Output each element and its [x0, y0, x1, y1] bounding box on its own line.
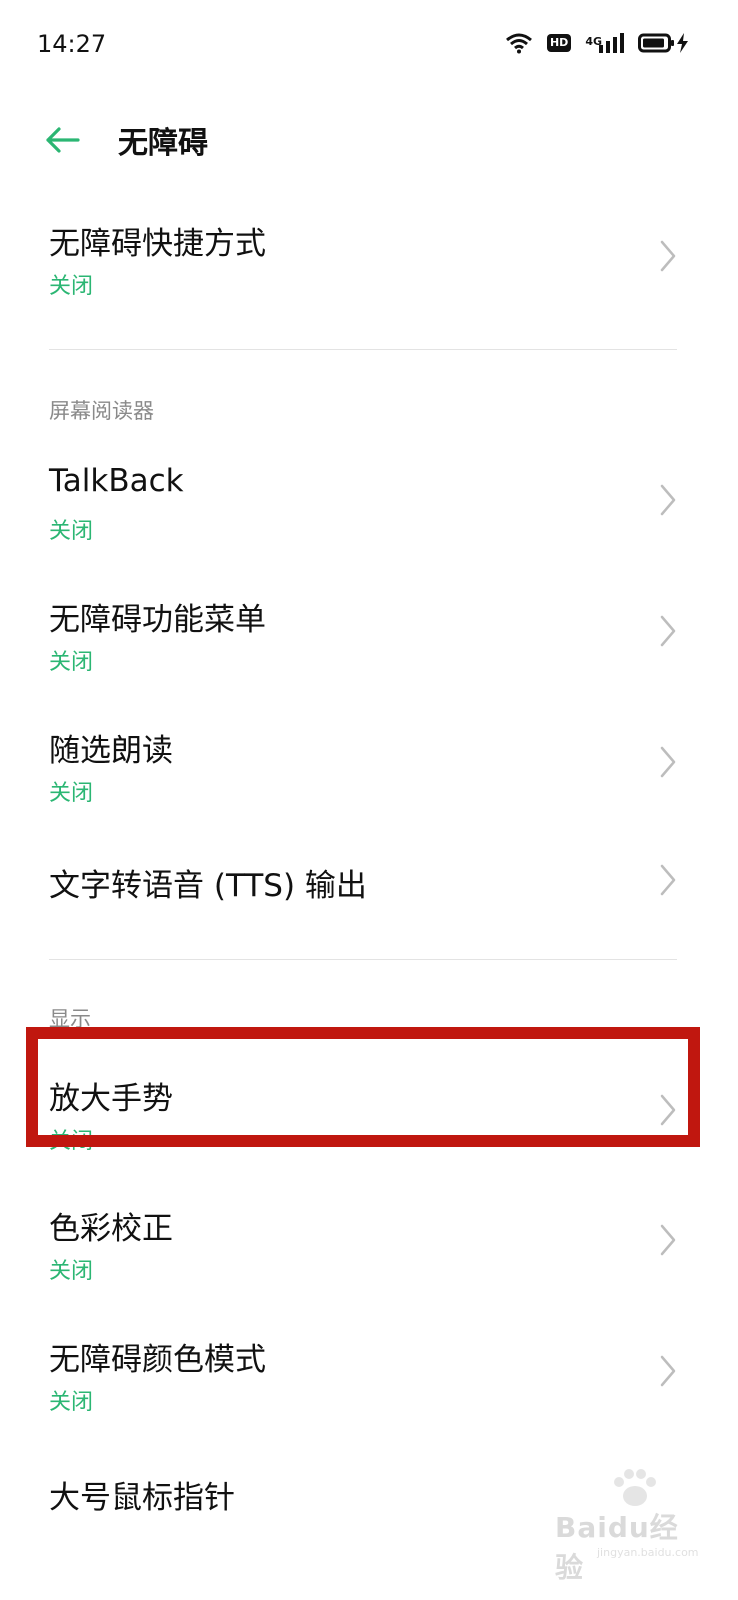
wifi-icon	[506, 33, 532, 54]
status-time: 14:27	[37, 30, 107, 58]
network-type: 4G	[585, 35, 602, 48]
row-status: 关闭	[49, 274, 94, 299]
arrow-left-icon	[46, 127, 80, 153]
row-status: 关闭	[49, 519, 94, 544]
row-title: 文字转语音 (TTS) 输出	[49, 868, 367, 904]
row-accessibility-shortcut[interactable]: 无障碍快捷方式 关闭	[0, 200, 738, 330]
row-accessibility-color-mode[interactable]: 无障碍颜色模式 关闭	[0, 1316, 738, 1436]
divider	[49, 959, 677, 960]
back-button[interactable]	[38, 116, 86, 164]
chevron-right-icon	[660, 1094, 676, 1126]
status-bar: 14:27 HD 4G	[0, 0, 738, 90]
chevron-right-icon	[660, 240, 676, 272]
paw-icon	[614, 1469, 656, 1506]
row-tts-output[interactable]: 文字转语音 (TTS) 输出	[0, 838, 738, 928]
row-title: 随选朗读	[49, 733, 173, 769]
row-title: 色彩校正	[49, 1211, 173, 1247]
chevron-right-icon	[660, 484, 676, 516]
baidu-watermark: Baidu经验 jingyan.baidu.com	[555, 1468, 699, 1584]
row-status: 关闭	[49, 1259, 94, 1284]
row-status: 关闭	[49, 781, 94, 806]
row-title: 无障碍功能菜单	[49, 602, 266, 638]
chevron-right-icon	[660, 746, 676, 778]
chevron-right-icon	[660, 864, 676, 896]
chevron-right-icon	[660, 1355, 676, 1387]
signal-icon: 4G	[585, 32, 624, 54]
section-header-display: 显示	[49, 1007, 91, 1031]
row-magnification-gesture[interactable]: 放大手势 关闭	[0, 1055, 738, 1175]
chevron-right-icon	[660, 615, 676, 647]
row-color-correction[interactable]: 色彩校正 关闭	[0, 1185, 738, 1305]
divider	[49, 349, 677, 350]
status-icons: HD 4G	[505, 32, 690, 54]
row-title: TalkBack	[49, 463, 184, 499]
row-title: 放大手势	[49, 1081, 173, 1117]
row-select-to-speak[interactable]: 随选朗读 关闭	[0, 707, 738, 827]
section-header-screen-reader: 屏幕阅读器	[49, 399, 154, 423]
row-talkback[interactable]: TalkBack 关闭	[0, 445, 738, 565]
page-title: 无障碍	[118, 126, 208, 161]
row-title: 大号鼠标指针	[49, 1480, 235, 1516]
watermark-subtext: jingyan.baidu.com	[597, 1546, 699, 1559]
row-status: 关闭	[49, 1390, 94, 1415]
app-bar: 无障碍	[0, 100, 738, 180]
hd-icon: HD	[546, 34, 572, 52]
row-status: 关闭	[49, 1129, 94, 1154]
chevron-right-icon	[660, 1224, 676, 1256]
row-title: 无障碍快捷方式	[49, 226, 266, 262]
row-status: 关闭	[49, 650, 94, 675]
row-accessibility-menu[interactable]: 无障碍功能菜单 关闭	[0, 576, 738, 696]
row-title: 无障碍颜色模式	[49, 1342, 266, 1378]
battery-charging-icon	[638, 33, 688, 53]
